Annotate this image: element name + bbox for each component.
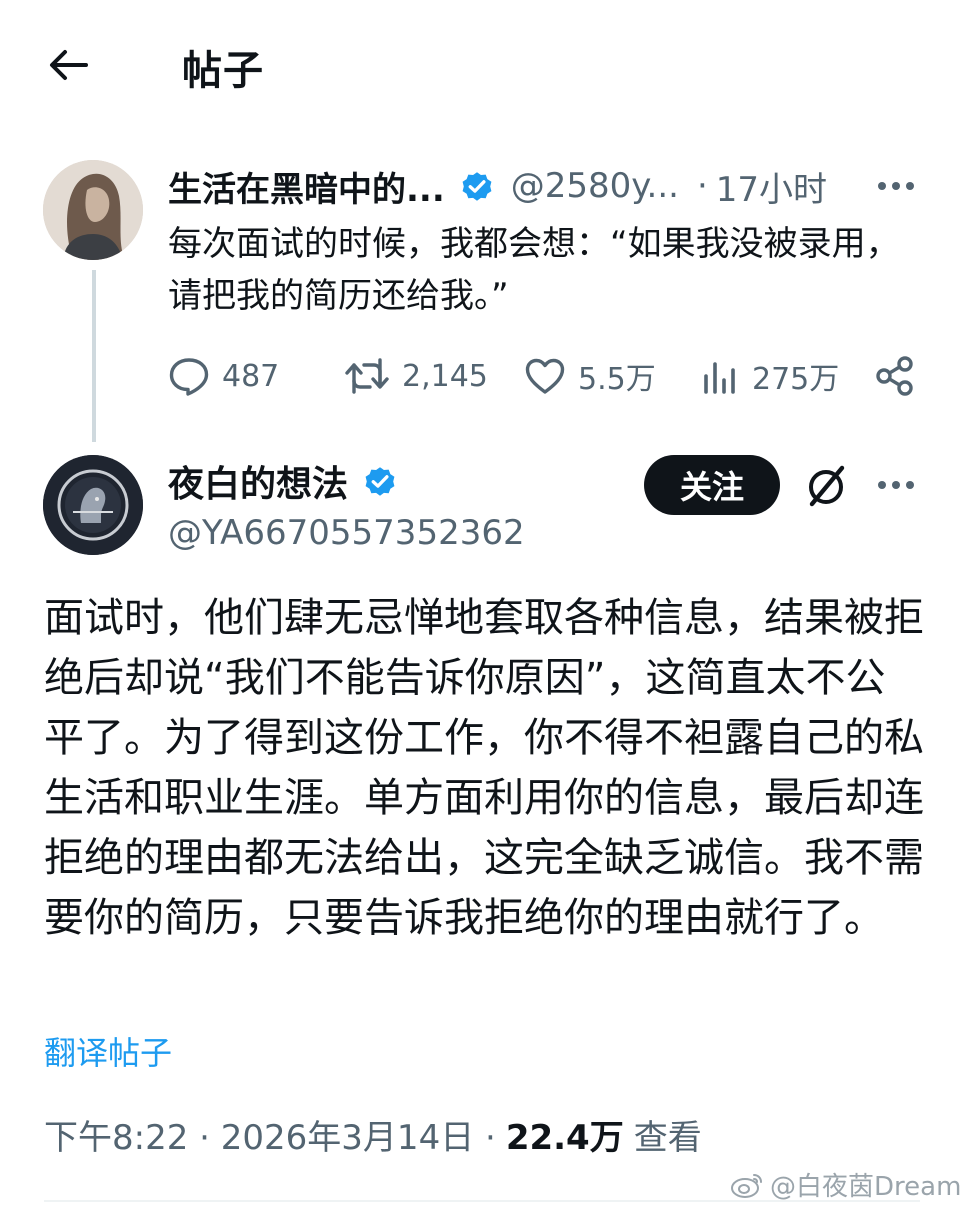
page-title: 帖子 xyxy=(182,48,264,94)
share-button[interactable] xyxy=(874,346,928,406)
arrow-left-icon xyxy=(50,50,88,80)
post-timestamp[interactable]: 下午8:22 · 2026年3月14日 · xyxy=(44,1110,496,1159)
translate-post-link[interactable]: 翻译帖子 xyxy=(44,1028,172,1074)
weibo-watermark: @白夜茵Dream xyxy=(730,1166,960,1203)
weibo-logo-icon xyxy=(731,1173,762,1198)
back-button[interactable] xyxy=(40,40,96,90)
follow-button[interactable]: 关注 xyxy=(644,455,780,515)
post-time[interactable]: 17小时 xyxy=(716,162,827,211)
views-label: 查看 xyxy=(633,1118,702,1158)
reply-count: 487 xyxy=(222,358,280,394)
reply-post-text: 面试时，他们肆无忌惮地套取各种信息，结果被拒绝后却说“我们不能告诉你原因”，这简… xyxy=(44,595,924,941)
post-view-count: 22.4万 xyxy=(505,1118,624,1158)
heart-icon xyxy=(525,358,565,394)
comment-icon xyxy=(169,358,209,396)
parent-post-text: 每次面试的时候，我都会想：“如果我没被录用，请把我的简历还给我。” xyxy=(168,224,900,316)
watermark-text: @白夜茵Dream xyxy=(770,1172,960,1202)
like-count: 5.5万 xyxy=(578,362,656,397)
avatar-reply-author[interactable] xyxy=(43,455,143,555)
repost-count: 2,145 xyxy=(402,358,488,394)
more-options-icon[interactable] xyxy=(876,180,916,192)
reply-author-name[interactable]: 夜白的想法 xyxy=(168,455,348,507)
views-button[interactable]: 275万 xyxy=(700,346,839,406)
reply-author-handle[interactable]: @YA6670557352362 xyxy=(168,513,525,553)
thread-connector-line xyxy=(92,270,96,442)
post-meta-row: 下午8:22 · 2026年3月14日 · 22.4万 查看 xyxy=(44,1110,702,1159)
grok-icon[interactable] xyxy=(800,460,852,512)
view-count: 275万 xyxy=(752,362,840,397)
analytics-bar-icon xyxy=(704,362,735,394)
share-icon xyxy=(876,356,913,396)
top-bar: 帖子 xyxy=(0,0,960,130)
reply-post-header: 夜白的想法 @YA6670557352362 xyxy=(168,455,525,553)
reply-button[interactable]: 487 xyxy=(168,346,279,406)
parent-post-header: 生活在黑暗中的... @2580y... · 17小时 xyxy=(168,160,928,212)
avatar-parent-author[interactable] xyxy=(43,160,143,260)
separator-dot: · xyxy=(696,166,708,206)
author-handle[interactable]: @2580y... xyxy=(511,166,679,206)
like-button[interactable]: 5.5万 xyxy=(524,346,656,406)
repost-icon xyxy=(345,358,389,394)
verified-badge-icon xyxy=(462,172,492,201)
repost-button[interactable]: 2,145 xyxy=(344,346,488,406)
verified-badge-icon xyxy=(365,467,395,496)
more-options-icon[interactable] xyxy=(876,479,916,491)
author-name[interactable]: 生活在黑暗中的... xyxy=(168,162,445,211)
post-actions-bar: 487 2,145 5.5万 275万 xyxy=(168,346,928,406)
